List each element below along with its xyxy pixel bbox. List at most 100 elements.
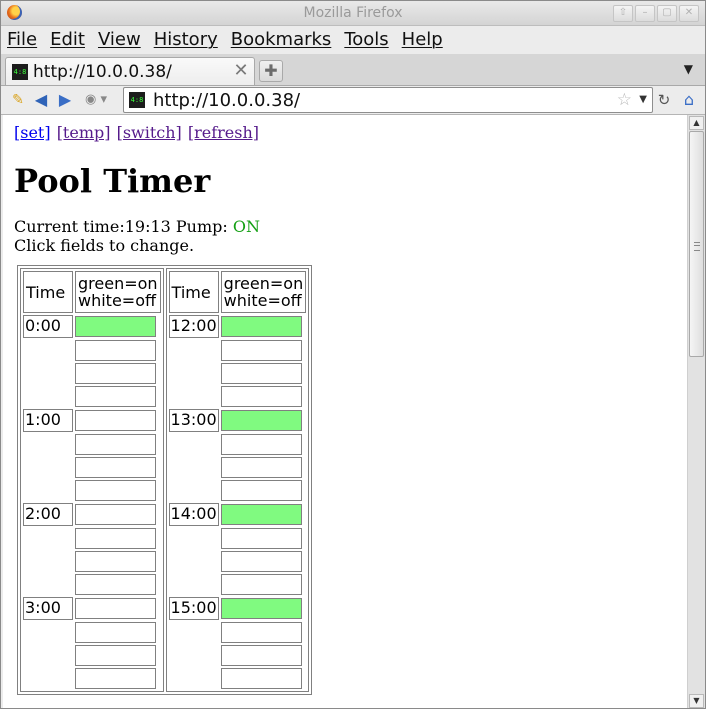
scroll-up-arrow-icon[interactable]: ▲: [689, 116, 704, 130]
hour-cell: 2:00: [23, 503, 73, 526]
bookmark-folder-icon[interactable]: ✎: [9, 90, 27, 110]
timer-slot-off[interactable]: [220, 574, 302, 595]
timer-slot-off[interactable]: [220, 340, 302, 361]
timer-slot-off[interactable]: [75, 434, 156, 455]
bookmark-star-icon[interactable]: ☆: [617, 90, 632, 110]
timer-slot-on[interactable]: [220, 316, 302, 337]
timer-slot-on[interactable]: [75, 316, 156, 337]
menu-bar: File Edit View History Bookmarks Tools H…: [1, 26, 705, 53]
timer-slot-off[interactable]: [75, 551, 156, 572]
new-tab-button[interactable]: ✚: [259, 60, 283, 82]
timer-slot-off[interactable]: [75, 528, 156, 549]
menu-help[interactable]: Help: [402, 29, 443, 50]
hour-cell: 3:00: [23, 597, 73, 620]
legend-off: white=off: [78, 291, 157, 310]
menu-tools[interactable]: Tools: [344, 29, 388, 50]
tab-label: http://10.0.0.38/: [33, 62, 172, 82]
timer-slot-off[interactable]: [220, 528, 302, 549]
time-column-header: Time: [23, 271, 73, 313]
timer-slot-off[interactable]: [75, 504, 156, 525]
timer-slot-off[interactable]: [75, 410, 156, 431]
timer-slot-off[interactable]: [220, 457, 302, 478]
browser-window: Mozilla Firefox ⇧ – ▢ ✕ File Edit View H…: [0, 0, 706, 709]
window-maximize-button[interactable]: ▢: [657, 5, 677, 22]
url-bar[interactable]: 4:8 http://10.0.0.38/ ☆ ▼: [123, 87, 653, 113]
status-block: Current time:19:13 Pump: ON Click fields…: [14, 217, 260, 255]
timer-slot-off[interactable]: [75, 668, 156, 689]
close-tab-icon[interactable]: ✕: [232, 62, 250, 80]
site-favicon-icon: 4:8: [12, 64, 28, 80]
timer-slot-off[interactable]: [220, 551, 302, 572]
timer-slot-off[interactable]: [220, 645, 302, 666]
hour-cell: 15:00: [168, 597, 219, 620]
timer-slot-off[interactable]: [75, 340, 156, 361]
url-history-chevron-down-icon[interactable]: ▼: [639, 94, 647, 105]
window-close-button[interactable]: ✕: [679, 5, 699, 22]
vertical-scrollbar[interactable]: ▲ ▼: [687, 115, 705, 708]
switch-link[interactable]: [switch]: [117, 123, 182, 142]
schedule-table-right: Time green=on white=off 12:00 13:00 14:00 15:0…: [165, 268, 310, 692]
back-arrow-icon[interactable]: ◀: [31, 90, 51, 110]
tab-strip: 4:8 http://10.0.0.38/ ✕ ✚ ▼: [1, 54, 705, 86]
window-minimize-button[interactable]: –: [635, 5, 655, 22]
timer-slot-off[interactable]: [75, 480, 156, 501]
set-link[interactable]: [set]: [14, 123, 51, 142]
scrollbar-thumb[interactable]: [689, 131, 704, 357]
timer-slot-off[interactable]: [220, 668, 302, 689]
page-content: [set] [temp] [switch] [refresh] Pool Tim…: [3, 115, 687, 708]
timer-slot-on[interactable]: [220, 504, 302, 525]
navigation-toolbar: ✎ ◀ ▶ ◉ ▾ 4:8 http://10.0.0.38/ ☆ ▼ ↻ ⌂: [1, 86, 705, 115]
window-shade-button[interactable]: ⇧: [613, 5, 633, 22]
page-title: Pool Timer: [14, 162, 211, 200]
timer-slot-off[interactable]: [220, 363, 302, 384]
current-time-value: 19:13: [124, 217, 171, 236]
menu-view[interactable]: View: [98, 29, 141, 50]
window-controls: ⇧ – ▢ ✕: [613, 5, 699, 22]
window-title: Mozilla Firefox: [303, 5, 403, 21]
timer-slot-off[interactable]: [75, 645, 156, 666]
menu-edit[interactable]: Edit: [50, 29, 85, 50]
timer-slot-off[interactable]: [75, 574, 156, 595]
timer-slot-off[interactable]: [75, 386, 156, 407]
pump-label: Pump:: [170, 217, 233, 236]
timer-slot-off[interactable]: [220, 434, 302, 455]
schedule-container: Time green=on white=off 0:00 1:00 2:00 3:00 Ti…: [17, 265, 313, 695]
temp-link[interactable]: [temp]: [57, 123, 111, 142]
tab-pool-timer[interactable]: 4:8 http://10.0.0.38/ ✕: [5, 57, 255, 85]
current-time-label: Current time:: [14, 217, 125, 236]
timer-slot-off[interactable]: [75, 363, 156, 384]
hour-cell: 1:00: [23, 409, 73, 432]
url-input[interactable]: http://10.0.0.38/: [153, 90, 300, 111]
site-favicon-icon: 4:8: [129, 92, 145, 108]
nav-links: [set] [temp] [switch] [refresh]: [14, 123, 260, 142]
list-tabs-chevron-down-icon[interactable]: ▼: [684, 62, 693, 76]
menu-history[interactable]: History: [154, 29, 218, 50]
timer-slot-off[interactable]: [220, 480, 302, 501]
timer-slot-off[interactable]: [75, 598, 156, 619]
stop-dropdown-icon[interactable]: ◉ ▾: [81, 90, 111, 110]
reload-icon[interactable]: ↻: [655, 90, 673, 110]
legend-off: white=off: [223, 291, 302, 310]
timer-slot-off[interactable]: [75, 622, 156, 643]
timer-slot-off[interactable]: [220, 622, 302, 643]
hour-cell: 14:00: [168, 503, 219, 526]
menu-file[interactable]: File: [7, 29, 37, 50]
time-column-header: Time: [168, 271, 219, 313]
menu-bookmarks[interactable]: Bookmarks: [231, 29, 332, 50]
schedule-table-left: Time green=on white=off 0:00 1:00 2:00 3:00: [20, 268, 164, 692]
instructions-text: Click fields to change.: [14, 236, 195, 255]
scroll-down-arrow-icon[interactable]: ▼: [689, 694, 704, 708]
refresh-link[interactable]: [refresh]: [188, 123, 259, 142]
pump-status: ON: [232, 217, 260, 236]
hour-cell: 12:00: [168, 315, 219, 338]
timer-slot-on[interactable]: [220, 598, 302, 619]
timer-slot-off[interactable]: [220, 386, 302, 407]
timer-slot-off[interactable]: [75, 457, 156, 478]
home-icon[interactable]: ⌂: [679, 90, 699, 110]
pool-timer-page: [set] [temp] [switch] [refresh] Pool Tim…: [14, 123, 260, 255]
title-bar: Mozilla Firefox ⇧ – ▢ ✕: [1, 1, 705, 26]
hour-cell: 0:00: [23, 315, 73, 338]
timer-slot-on[interactable]: [220, 410, 302, 431]
legend-header: green=on white=off: [220, 271, 307, 313]
forward-arrow-icon[interactable]: ▶: [55, 90, 75, 110]
